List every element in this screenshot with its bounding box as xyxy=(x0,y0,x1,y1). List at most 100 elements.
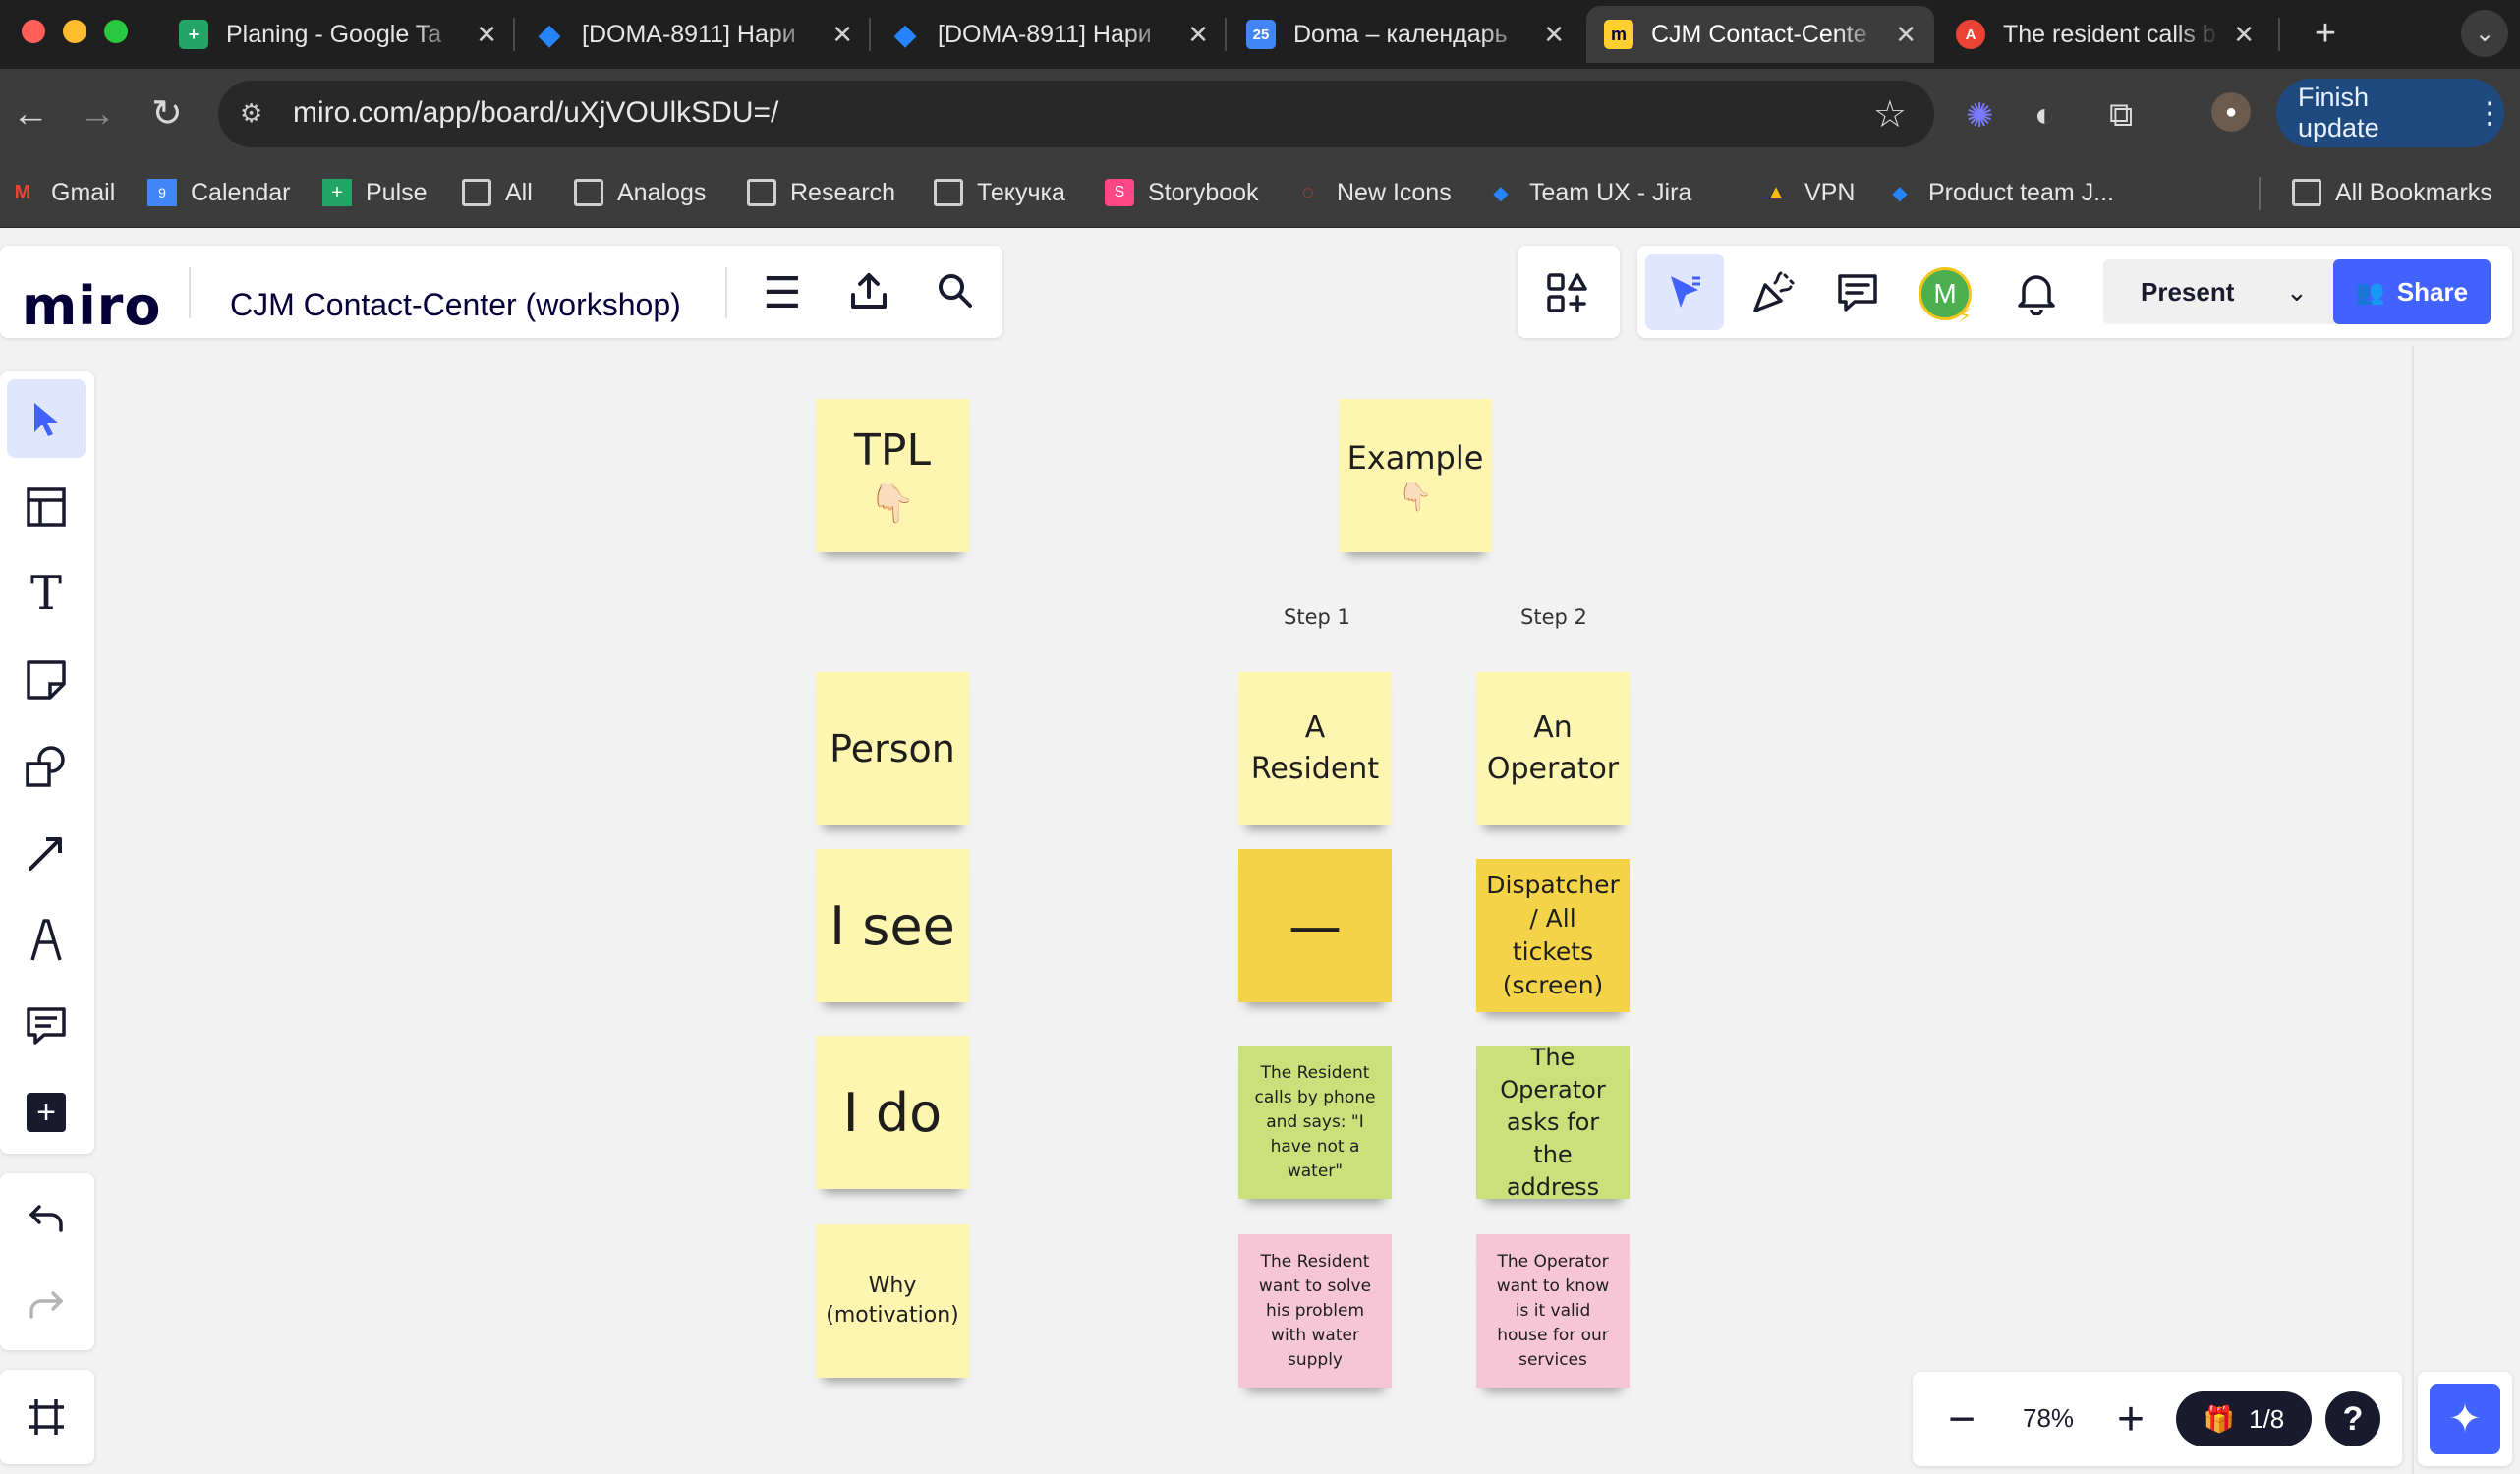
browser-tab-active[interactable]: m CJM Contact-Cente ✕ xyxy=(1586,6,1934,63)
search-icon[interactable] xyxy=(930,265,981,316)
browser-tab[interactable]: ◆ [DOMA-8911] Нари ✕ xyxy=(517,6,871,63)
bookmark-label: Product team J... xyxy=(1928,178,2114,206)
undo-button[interactable] xyxy=(0,1175,92,1262)
comment-tool[interactable] xyxy=(0,983,92,1069)
sticky-tpl[interactable]: TPL 👇🏻 xyxy=(816,399,969,552)
sticky-step1-do[interactable]: The Resident calls by phone and says: "I… xyxy=(1238,1046,1392,1199)
frame-icon xyxy=(29,1399,64,1435)
export-icon[interactable] xyxy=(843,265,894,316)
bookmark-label: Gmail xyxy=(51,178,116,206)
zoom-out-icon[interactable]: − xyxy=(1934,1391,1989,1446)
frames-button[interactable] xyxy=(0,1374,92,1460)
sticky-step2-do[interactable]: The Operator asks for the address xyxy=(1476,1044,1630,1201)
notifications-bell-icon[interactable] xyxy=(2009,265,2064,320)
cursor-reactions-button[interactable] xyxy=(1645,254,1724,330)
users-icon: 👥 xyxy=(2355,278,2385,306)
site-settings-icon[interactable]: ⚙ xyxy=(240,98,273,130)
close-tab-icon[interactable]: ✕ xyxy=(1895,20,1917,50)
pages-button[interactable]: 🎁 1/8 xyxy=(2176,1391,2312,1446)
close-tab-icon[interactable]: ✕ xyxy=(1187,20,1209,50)
new-tab-icon[interactable]: + xyxy=(2304,12,2347,55)
bookmark-folder-all[interactable]: All xyxy=(462,173,533,212)
reload-icon[interactable]: ↻ xyxy=(151,92,183,136)
plus-square-icon: + xyxy=(27,1093,66,1132)
bookmark-pulse[interactable]: + Pulse xyxy=(322,173,428,212)
redo-button[interactable] xyxy=(0,1262,92,1348)
sticky-step2-see[interactable]: Dispatcher / All tickets (screen) xyxy=(1476,859,1630,1012)
sticky-step1-why[interactable]: The Resident want to solve his problem w… xyxy=(1238,1234,1392,1388)
sticky-step2-person[interactable]: An Operator xyxy=(1476,672,1630,825)
bookmark-folder-tekuchka[interactable]: Текучка xyxy=(934,173,1065,212)
share-button[interactable]: 👥 Share xyxy=(2333,259,2491,324)
bookmark-gmail[interactable]: M Gmail xyxy=(8,173,116,212)
select-tool[interactable] xyxy=(0,375,92,462)
sticky-row-i-do[interactable]: I do xyxy=(816,1036,969,1189)
tab-divider xyxy=(869,18,871,51)
present-button[interactable]: Present ⌄ xyxy=(2103,259,2353,324)
browser-tab[interactable]: ◆ [DOMA-8911] Нари ✕ xyxy=(873,6,1227,63)
divider xyxy=(725,267,727,318)
finish-update-button[interactable]: Finish update ⋮ xyxy=(2276,79,2504,147)
sticky-text: Example xyxy=(1346,438,1484,477)
connection-line-tool[interactable] xyxy=(0,810,92,896)
sticky-text: I see xyxy=(830,894,955,957)
url-text[interactable]: miro.com/app/board/uXjVOUlkSDU=/ xyxy=(293,96,778,130)
close-window-button[interactable] xyxy=(22,20,45,43)
close-tab-icon[interactable]: ✕ xyxy=(831,20,853,50)
bookmark-team-ux-jira[interactable]: ◆ Team UX - Jira xyxy=(1486,173,1691,212)
board-title[interactable]: CJM Contact-Center (workshop) xyxy=(230,287,681,323)
forward-arrow-icon[interactable]: → xyxy=(79,92,116,136)
text-tool[interactable]: T xyxy=(0,550,92,637)
sticky-row-person[interactable]: Person xyxy=(816,672,969,825)
help-button[interactable]: ? xyxy=(2325,1391,2380,1446)
bookmark-all-bookmarks[interactable]: All Bookmarks xyxy=(2292,173,2492,212)
profile-avatar[interactable]: ● xyxy=(2211,92,2251,132)
address-bar[interactable]: ⚙ miro.com/app/board/uXjVOUlkSDU=/ ☆ xyxy=(218,81,1934,147)
bookmark-product-team-jira[interactable]: ◆ Product team J... xyxy=(1885,173,2114,212)
extension-sparkle-icon[interactable]: ✺ xyxy=(1966,96,1994,136)
celebrate-icon[interactable] xyxy=(1746,265,1801,320)
apps-shapes-icon[interactable] xyxy=(1541,267,1592,318)
extension-lens-icon[interactable]: ◐ xyxy=(2034,96,2055,135)
maximize-window-button[interactable] xyxy=(104,20,128,43)
browser-tab[interactable]: + Planing - Google Ta ✕ xyxy=(161,6,515,63)
tab-title: CJM Contact-Cente xyxy=(1651,20,1867,48)
sticky-step1-see[interactable]: — xyxy=(1238,849,1392,1002)
bookmark-vpn[interactable]: ▲ VPN xyxy=(1761,173,1855,212)
zoom-in-icon[interactable]: + xyxy=(2103,1391,2158,1446)
close-tab-icon[interactable]: ✕ xyxy=(1543,20,1565,50)
miro-logo[interactable]: miro xyxy=(22,275,162,337)
zoom-level[interactable]: 78% xyxy=(2023,1403,2074,1434)
extensions-puzzle-icon[interactable]: ⧉ xyxy=(2109,96,2133,135)
sticky-note-tool[interactable] xyxy=(0,637,92,723)
shapes-tool[interactable] xyxy=(0,723,92,810)
bookmark-folder-analogs[interactable]: Analogs xyxy=(574,173,706,212)
sticky-row-why[interactable]: Why (motivation) xyxy=(816,1224,969,1378)
sticky-step2-why[interactable]: The Operator want to know is it valid ho… xyxy=(1476,1234,1630,1388)
minimize-window-button[interactable] xyxy=(63,20,86,43)
comments-icon[interactable] xyxy=(1830,265,1885,320)
browser-tab[interactable]: 25 Doma – календарь ✕ xyxy=(1229,6,1582,63)
close-tab-icon[interactable]: ✕ xyxy=(476,20,497,50)
board-canvas[interactable]: miro CJM Contact-Center (workshop) ☰ M ⚡ xyxy=(0,228,2520,1474)
browser-tab[interactable]: A The resident calls b ✕ xyxy=(1938,6,2272,63)
sticky-row-i-see[interactable]: I see xyxy=(816,849,969,1002)
sticky-example[interactable]: Example 👇🏻 xyxy=(1339,399,1492,552)
sticky-step1-person[interactable]: A Resident xyxy=(1238,672,1392,825)
close-tab-icon[interactable]: ✕ xyxy=(2233,20,2255,50)
more-tools-button[interactable]: + xyxy=(0,1069,92,1156)
frame-template-tool[interactable] xyxy=(0,464,92,550)
folder-icon xyxy=(747,179,776,206)
bookmark-storybook[interactable]: S Storybook xyxy=(1105,173,1259,212)
bookmark-star-icon[interactable]: ☆ xyxy=(1873,92,1907,137)
pen-tool[interactable] xyxy=(0,896,92,983)
menu-icon[interactable]: ☰ xyxy=(757,267,808,318)
bookmark-new-icons[interactable]: ◌ New Icons xyxy=(1293,173,1452,212)
tab-search-chevron-icon[interactable]: ⌄ xyxy=(2461,10,2508,57)
bookmark-calendar[interactable]: 9 Calendar xyxy=(147,173,290,212)
chevron-down-icon[interactable]: ⌄ xyxy=(2286,277,2308,308)
back-arrow-icon[interactable]: ← xyxy=(12,92,49,136)
bookmark-label: Research xyxy=(790,178,895,206)
ai-sparkle-button[interactable]: ✦ xyxy=(2430,1384,2500,1454)
bookmark-folder-research[interactable]: Research xyxy=(747,173,895,212)
